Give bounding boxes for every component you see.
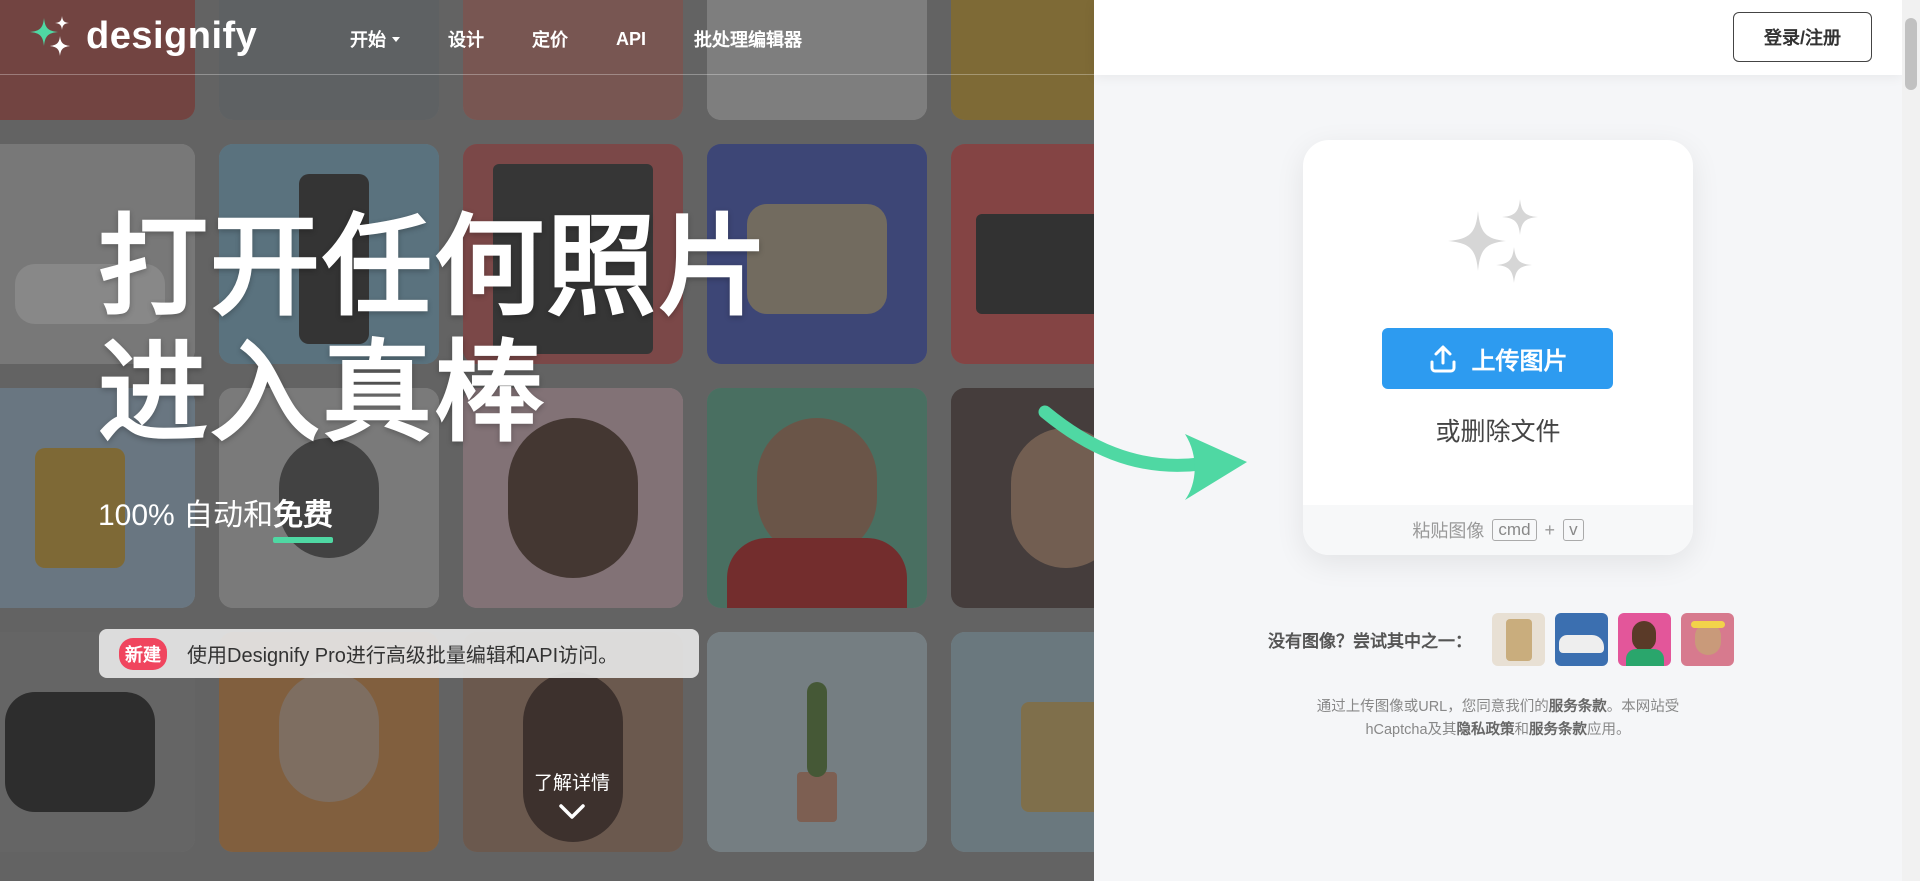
upload-image-button[interactable]: 上传图片 — [1382, 328, 1613, 389]
nav-item-api[interactable]: API — [616, 26, 646, 52]
logo[interactable]: designify — [28, 14, 257, 58]
sample-image-man[interactable] — [1618, 613, 1671, 666]
privacy-policy-link[interactable]: 隐私政策 — [1457, 722, 1515, 738]
curved-arrow-icon — [1038, 405, 1247, 500]
chevron-down-icon — [559, 804, 585, 819]
learn-more-link[interactable]: 了解详情 — [532, 768, 612, 821]
top-bar: 登录/注册 — [1094, 0, 1902, 75]
sample-image-product[interactable] — [1492, 613, 1545, 666]
new-badge: 新建 — [119, 637, 167, 670]
samples-label: 没有图像？尝试其中之一： — [1268, 632, 1472, 651]
terms-link[interactable]: 服务条款 — [1549, 699, 1607, 715]
upload-icon — [1430, 345, 1455, 372]
sample-image-woman[interactable] — [1681, 613, 1734, 666]
hero-headline: 打开任何照片 进入真棒 — [98, 206, 770, 455]
sparkle-icon — [1448, 199, 1538, 283]
v-key: v — [1563, 519, 1584, 541]
drop-file-text: 或删除文件 — [1435, 418, 1561, 446]
nav-item-batch-editor[interactable]: 批处理编辑器 — [694, 26, 802, 52]
sample-image-car[interactable] — [1555, 613, 1608, 666]
nav-links: 开始 设计 定价 API 批处理编辑器 — [350, 26, 802, 52]
nav-item-pricing[interactable]: 定价 — [532, 26, 568, 52]
logo-text: designify — [86, 14, 258, 57]
terms-notice: 通过上传图像或URL，您同意我们的服务条款。本网站受hCaptcha及其隐私政策… — [1316, 699, 1680, 738]
free-highlight: 免费 — [273, 490, 334, 543]
top-navigation: designify 开始 设计 定价 API 批处理编辑器 — [0, 0, 1094, 75]
cmd-key: cmd — [1492, 519, 1537, 541]
sample-images: 没有图像？尝试其中之一： — [1268, 613, 1734, 666]
page-scrollbar[interactable] — [1902, 0, 1920, 881]
scroll-thumb[interactable] — [1905, 18, 1917, 90]
promo-text: 使用Designify Pro进行高级批量编辑和API访问。 — [187, 645, 619, 667]
paste-hint: 粘贴图像 cmd + v — [1303, 505, 1693, 555]
caret-down-icon — [392, 36, 400, 42]
nav-item-design[interactable]: 设计 — [448, 26, 484, 52]
login-signup-button[interactable]: 登录/注册 — [1733, 12, 1872, 62]
terms-link[interactable]: 服务条款 — [1529, 722, 1587, 738]
hero-subtitle: 100% 自动和 免费 — [98, 490, 334, 543]
pro-promo-banner[interactable]: 新建 使用Designify Pro进行高级批量编辑和API访问。 — [99, 629, 699, 678]
upload-dropzone[interactable]: 上传图片 或删除文件 粘贴图像 cmd + v — [1303, 140, 1693, 555]
sparkle-logo-icon — [28, 14, 76, 58]
hero-section: designify 开始 设计 定价 API 批处理编辑器 打开任何照片 进入真… — [0, 0, 1094, 881]
nav-item-start[interactable]: 开始 — [350, 26, 400, 52]
